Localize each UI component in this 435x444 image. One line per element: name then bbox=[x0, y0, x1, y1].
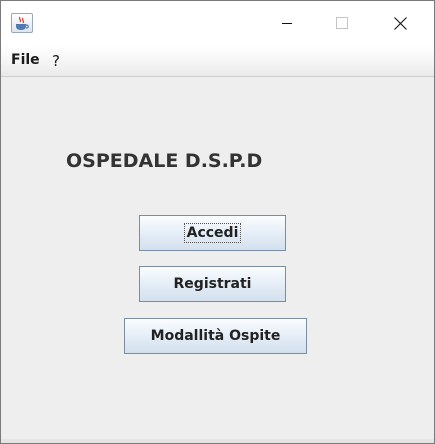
login-button[interactable]: Accedi bbox=[139, 215, 286, 251]
guest-mode-button-label: Modallità Ospite bbox=[150, 328, 281, 344]
guest-mode-button[interactable]: Modallità Ospite bbox=[124, 318, 307, 354]
register-button[interactable]: Registrati bbox=[139, 266, 286, 302]
window-bottom-edge bbox=[1, 439, 434, 443]
minimize-icon bbox=[281, 23, 292, 24]
maximize-button[interactable] bbox=[314, 1, 369, 45]
title-bar[interactable] bbox=[1, 1, 434, 45]
java-coffee-cup-icon[interactable] bbox=[11, 13, 33, 33]
minimize-button[interactable] bbox=[259, 1, 314, 45]
register-button-label: Registrati bbox=[173, 276, 252, 292]
close-button[interactable] bbox=[373, 1, 428, 45]
close-icon bbox=[394, 16, 407, 30]
application-window: File ? OSPEDALE D.S.P.D Accedi Registrat… bbox=[0, 0, 435, 444]
menu-file[interactable]: File bbox=[11, 52, 40, 70]
hospital-title: OSPEDALE D.S.P.D bbox=[66, 150, 263, 172]
login-button-label: Accedi bbox=[183, 223, 242, 243]
menu-help[interactable]: ? bbox=[52, 52, 60, 70]
main-panel: OSPEDALE D.S.P.D Accedi Registrati Modal… bbox=[3, 78, 432, 439]
maximize-icon bbox=[335, 17, 348, 29]
menu-bar: File ? bbox=[1, 45, 434, 77]
